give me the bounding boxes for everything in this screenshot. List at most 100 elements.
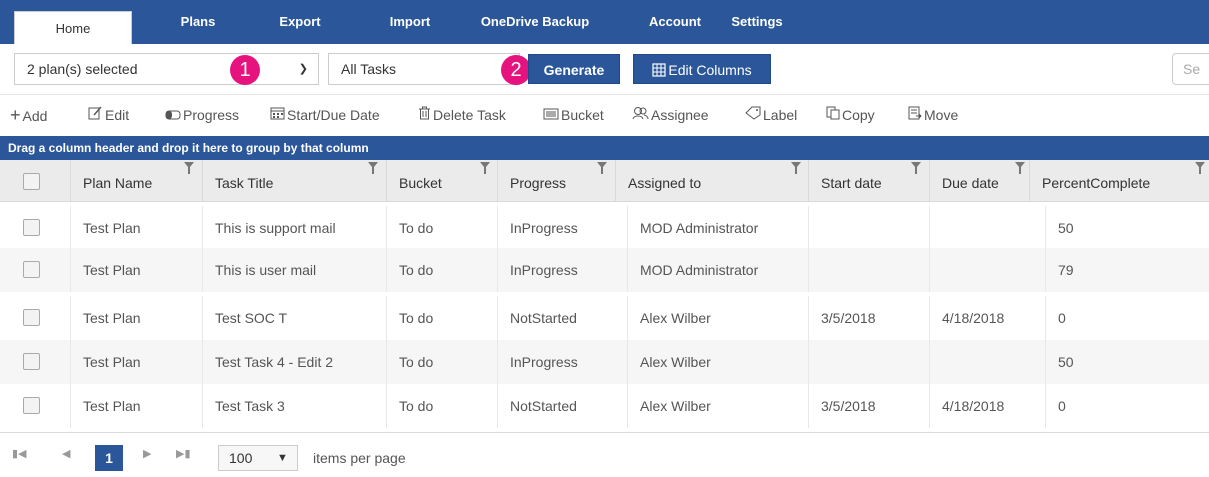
prev-page-icon[interactable]: ◀ bbox=[62, 447, 70, 460]
cell-assigned-to: Alex Wilber bbox=[627, 340, 711, 384]
tab-settings[interactable]: Settings bbox=[722, 0, 792, 44]
cell-assigned-to: Alex Wilber bbox=[627, 296, 711, 340]
page-size-select[interactable]: 100 ▼ bbox=[218, 445, 298, 471]
current-page-button[interactable]: 1 bbox=[95, 445, 123, 471]
cell-progress: NotStarted bbox=[497, 296, 577, 340]
cell-bucket: To do bbox=[386, 248, 433, 292]
cell-percent-complete: 50 bbox=[1045, 206, 1074, 250]
control-row: 2 plan(s) selected ❯ 1 All Tasks 2 Gener… bbox=[0, 44, 1209, 94]
filter-icon[interactable] bbox=[1015, 162, 1025, 174]
cell-plan-name: Test Plan bbox=[70, 296, 141, 340]
filter-icon[interactable] bbox=[480, 162, 490, 174]
generate-button[interactable]: Generate bbox=[528, 54, 620, 84]
cell-progress: NotStarted bbox=[497, 384, 577, 428]
filter-icon[interactable] bbox=[184, 162, 194, 174]
callout-badge-2: 2 bbox=[501, 55, 531, 85]
cell-task-title: Test SOC T bbox=[202, 296, 287, 340]
delete-task-button[interactable]: Delete Task bbox=[418, 95, 506, 135]
grid-header: Plan Name Task Title Bucket Progress Ass… bbox=[0, 160, 1209, 202]
items-per-page-label: items per page bbox=[313, 450, 406, 466]
table-row[interactable]: Test Plan Test SOC T To do NotStarted Al… bbox=[0, 296, 1209, 340]
next-page-icon[interactable]: ▶ bbox=[143, 447, 151, 460]
task-filter-value: All Tasks bbox=[341, 61, 396, 77]
tab-plans[interactable]: Plans bbox=[168, 0, 228, 44]
select-all-checkbox[interactable] bbox=[23, 173, 40, 190]
last-page-icon[interactable]: ▶▮ bbox=[176, 447, 191, 460]
edit-button[interactable]: Edit bbox=[88, 95, 129, 135]
bucket-icon bbox=[543, 95, 559, 135]
column-header-task-title[interactable]: Task Title bbox=[202, 160, 382, 202]
cell-percent-complete: 50 bbox=[1045, 340, 1074, 384]
tab-home[interactable]: Home bbox=[14, 11, 132, 44]
filter-icon[interactable] bbox=[911, 162, 921, 174]
search-input[interactable]: Se bbox=[1172, 53, 1209, 85]
cell-percent-complete: 79 bbox=[1045, 248, 1074, 292]
plus-icon: + bbox=[10, 105, 21, 125]
tag-icon bbox=[745, 95, 761, 135]
task-filter-select[interactable]: All Tasks bbox=[328, 53, 520, 85]
column-header-start-date[interactable]: Start date bbox=[808, 160, 925, 202]
cell-start-date bbox=[808, 248, 821, 292]
tab-onedrive-backup[interactable]: OneDrive Backup bbox=[470, 0, 600, 44]
row-checkbox[interactable] bbox=[23, 397, 40, 414]
assignee-button[interactable]: Assignee bbox=[632, 95, 709, 135]
cell-plan-name: Test Plan bbox=[70, 340, 141, 384]
label-button[interactable]: Label bbox=[745, 95, 797, 135]
column-header-bucket[interactable]: Bucket bbox=[386, 160, 494, 202]
move-button[interactable]: Move bbox=[908, 95, 958, 135]
cell-due-date bbox=[929, 340, 942, 384]
table-row[interactable]: Test Plan Test Task 4 - Edit 2 To do InP… bbox=[0, 340, 1209, 384]
cell-plan-name: Test Plan bbox=[70, 206, 141, 250]
row-checkbox[interactable] bbox=[23, 353, 40, 370]
trash-icon bbox=[418, 95, 431, 135]
cell-bucket: To do bbox=[386, 340, 433, 384]
column-header-assigned-to[interactable]: Assigned to bbox=[615, 160, 805, 202]
filter-icon[interactable] bbox=[1195, 162, 1205, 174]
tab-export[interactable]: Export bbox=[270, 0, 330, 44]
cell-task-title: Test Task 4 - Edit 2 bbox=[202, 340, 333, 384]
cell-due-date bbox=[929, 248, 942, 292]
row-checkbox[interactable] bbox=[23, 261, 40, 278]
move-icon bbox=[908, 95, 922, 135]
table-row[interactable]: Test Plan This is support mail To do InP… bbox=[0, 206, 1209, 250]
edit-icon bbox=[88, 95, 103, 135]
cell-bucket: To do bbox=[386, 384, 433, 428]
filter-icon[interactable] bbox=[597, 162, 607, 174]
column-header-percent-complete[interactable]: PercentComplete bbox=[1029, 160, 1209, 202]
cell-plan-name: Test Plan bbox=[70, 248, 141, 292]
pager: ▮◀ ◀ 1 ▶ ▶▮ 100 ▼ items per page bbox=[0, 432, 1209, 477]
plan-select[interactable]: 2 plan(s) selected ❯ bbox=[14, 53, 319, 85]
group-by-drop-zone[interactable]: Drag a column header and drop it here to… bbox=[0, 136, 1209, 160]
tab-import[interactable]: Import bbox=[380, 0, 440, 44]
copy-icon bbox=[826, 95, 840, 135]
filter-icon[interactable] bbox=[368, 162, 378, 174]
first-page-icon[interactable]: ▮◀ bbox=[12, 447, 27, 460]
cell-plan-name: Test Plan bbox=[70, 384, 141, 428]
tab-account[interactable]: Account bbox=[640, 0, 710, 44]
cell-due-date: 4/18/2018 bbox=[929, 384, 1004, 428]
cell-progress: InProgress bbox=[497, 248, 578, 292]
cell-start-date: 3/5/2018 bbox=[808, 296, 876, 340]
cell-due-date: 4/18/2018 bbox=[929, 296, 1004, 340]
cell-assigned-to: MOD Administrator bbox=[627, 248, 758, 292]
cell-progress: InProgress bbox=[497, 206, 578, 250]
start-due-date-button[interactable]: Start/Due Date bbox=[270, 95, 380, 135]
filter-icon[interactable] bbox=[791, 162, 801, 174]
bucket-button[interactable]: Bucket bbox=[543, 95, 604, 135]
edit-columns-button[interactable]: Edit Columns bbox=[633, 54, 771, 84]
progress-button[interactable]: Progress bbox=[165, 95, 239, 135]
users-icon bbox=[632, 95, 649, 135]
copy-button[interactable]: Copy bbox=[826, 95, 875, 135]
cell-start-date bbox=[808, 340, 821, 384]
table-row[interactable]: Test Plan This is user mail To do InProg… bbox=[0, 248, 1209, 292]
row-checkbox[interactable] bbox=[23, 219, 40, 236]
column-header-plan-name[interactable]: Plan Name bbox=[70, 160, 198, 202]
column-header-due-date[interactable]: Due date bbox=[929, 160, 1029, 202]
column-header-progress[interactable]: Progress bbox=[497, 160, 611, 202]
table-row[interactable]: Test Plan Test Task 3 To do NotStarted A… bbox=[0, 384, 1209, 428]
cell-assigned-to: Alex Wilber bbox=[627, 384, 711, 428]
columns-grid-icon bbox=[652, 57, 666, 77]
cell-task-title: This is user mail bbox=[202, 248, 316, 292]
row-checkbox[interactable] bbox=[23, 309, 40, 326]
add-button[interactable]: + Add bbox=[10, 95, 47, 135]
